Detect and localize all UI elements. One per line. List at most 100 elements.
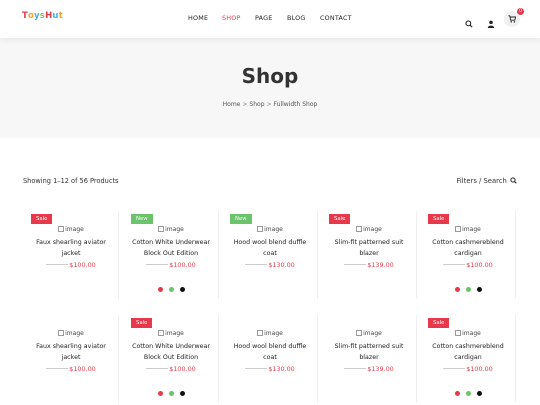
product-image[interactable]: image (222, 330, 318, 337)
broken-image-icon (58, 330, 65, 336)
filters-search-toggle[interactable]: Filters / Search (456, 177, 517, 185)
color-swatches (420, 381, 516, 400)
product-price: $139.00 (321, 365, 417, 373)
old-price-strike (245, 264, 268, 265)
product-card[interactable]: Sale image Faux shearling aviator jacket $10… (23, 211, 119, 299)
color-swatch[interactable] (454, 287, 460, 292)
product-name[interactable]: Cotton cashmereblend cardigan (422, 237, 514, 259)
product-name-line: Cotton cashmereblend (432, 343, 504, 350)
product-name-line: Faux shearling aviator (36, 343, 106, 350)
color-swatch[interactable] (476, 391, 482, 396)
product-price: $130.00 (222, 365, 318, 373)
price-value: $139.00 (367, 261, 394, 269)
header-icons: 0 (440, 8, 540, 28)
product-image[interactable]: image (123, 330, 219, 337)
product-name-line: coat (263, 250, 277, 257)
product-name[interactable]: Hood wool blend duffle coat (224, 237, 316, 259)
nav-home[interactable]: HOME (188, 14, 208, 22)
user-icon[interactable] (487, 13, 497, 28)
product-name[interactable]: Faux shearling aviator jacket (25, 237, 117, 259)
old-price-strike (344, 264, 367, 265)
product-name-line: cardigan (454, 250, 482, 257)
product-name[interactable]: Cotton cashmereblend cardigan (422, 341, 514, 363)
color-swatch[interactable] (454, 391, 460, 396)
price-value: $100.00 (466, 261, 493, 269)
product-card[interactable]: Sale image Cotton cashmereblend cardigan $10… (420, 211, 516, 299)
broken-image-icon (58, 226, 65, 232)
broken-image-icon (158, 226, 165, 232)
product-name[interactable]: Cotton White Underwear Block Out Edition (125, 237, 217, 259)
broken-image-icon (356, 226, 363, 232)
color-swatches (123, 277, 219, 296)
product-image[interactable]: image (222, 226, 318, 233)
color-swatch[interactable] (168, 391, 174, 396)
product-card[interactable]: New image Hood wool blend duffle coat $130.0… (222, 211, 318, 299)
nav-blog[interactable]: BLOG (287, 14, 306, 22)
image-alt-text: image (165, 330, 184, 337)
product-image[interactable]: image (123, 226, 219, 233)
cart-count-badge: 0 (517, 8, 524, 15)
color-swatches (420, 277, 516, 296)
nav-page[interactable]: PAGE (255, 14, 273, 22)
price-value: $100.00 (69, 365, 96, 373)
product-card[interactable]: New image Cotton White Underwear Block Out … (123, 211, 219, 299)
nav-contact[interactable]: CONTACT (320, 14, 352, 22)
product-name-line: Slim-fit patterned suit (334, 239, 404, 246)
color-swatch[interactable] (179, 287, 185, 292)
product-name-line: Slim-fit patterned suit (334, 343, 404, 350)
color-swatch[interactable] (157, 287, 163, 292)
product-name-line: cardigan (454, 354, 482, 361)
color-swatch[interactable] (465, 287, 471, 292)
product-name-line: Faux shearling aviator (36, 239, 106, 246)
color-swatch[interactable] (179, 391, 185, 396)
product-name-line: blazer (359, 250, 379, 257)
filters-label: Filters / Search (456, 177, 507, 185)
product-name[interactable]: Cotton White Underwear Block Out Edition (125, 341, 217, 363)
product-name-line: jacket (61, 250, 81, 257)
product-card[interactable]: Sale image Cotton cashmereblend cardigan $10… (420, 315, 516, 403)
nav-shop[interactable]: SHOP (222, 14, 241, 22)
product-name[interactable]: Slim-fit patterned suit blazer (323, 341, 415, 363)
product-card[interactable]: image Hood wool blend duffle coat $130.00 (222, 315, 318, 403)
result-count: Showing 1–12 of 56 Products (23, 177, 119, 185)
search-icon[interactable] (465, 13, 475, 28)
image-alt-text: image (462, 330, 481, 337)
product-image[interactable]: image (321, 226, 417, 233)
product-image[interactable]: image (420, 226, 516, 233)
color-swatch[interactable] (465, 391, 471, 396)
product-image[interactable]: image (420, 330, 516, 337)
product-name[interactable]: Faux shearling aviator jacket (25, 341, 117, 363)
image-alt-text: image (264, 330, 283, 337)
broken-image-icon (257, 330, 264, 336)
product-card[interactable]: image Slim-fit patterned suit blazer $139.0… (321, 315, 417, 403)
product-name-line: Hood wool blend duffle (233, 343, 307, 350)
product-name-line: Block Out Edition (143, 354, 199, 361)
sale-badge: Sale (31, 214, 53, 224)
breadcrumb-shop[interactable]: Shop (249, 101, 264, 108)
product-card[interactable]: Sale image Cotton White Underwear Block Out… (123, 315, 219, 403)
product-name-line: coat (263, 354, 277, 361)
product-image[interactable]: image (23, 330, 119, 337)
product-name[interactable]: Slim-fit patterned suit blazer (323, 237, 415, 259)
cart-button[interactable]: 0 (504, 8, 524, 27)
product-image[interactable]: image (23, 226, 119, 233)
product-image[interactable]: image (321, 330, 417, 337)
broken-image-icon (455, 330, 462, 336)
old-price-strike (443, 368, 466, 369)
color-swatch[interactable] (476, 287, 482, 292)
product-name[interactable]: Hood wool blend duffle coat (224, 341, 316, 363)
breadcrumb-home[interactable]: Home (223, 101, 241, 108)
image-alt-text: image (363, 330, 382, 337)
product-price: $100.00 (420, 365, 516, 373)
image-alt-text: image (165, 226, 184, 233)
color-swatch[interactable] (168, 287, 174, 292)
old-price-strike (344, 368, 367, 369)
product-name-line: Cotton cashmereblend (432, 239, 504, 246)
product-card[interactable]: Sale image Slim-fit patterned suit blazer $1… (321, 211, 417, 299)
product-price: $100.00 (123, 261, 219, 269)
product-card[interactable]: image Faux shearling aviator jacket $100.00 (23, 315, 119, 403)
price-value: $100.00 (466, 365, 493, 373)
old-price-strike (146, 368, 169, 369)
color-swatch[interactable] (157, 391, 163, 396)
product-price: $100.00 (420, 261, 516, 269)
